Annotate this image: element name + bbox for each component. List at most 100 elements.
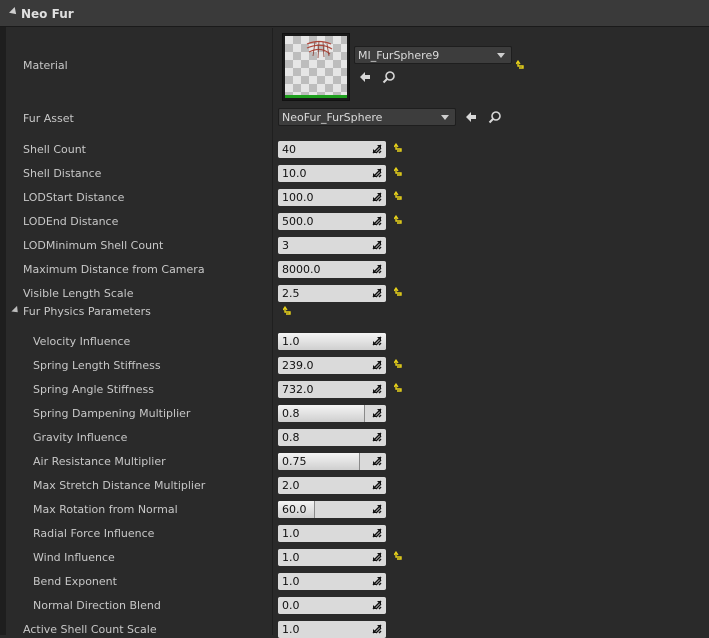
- reset-to-default-icon[interactable]: [394, 359, 404, 369]
- max-rotation-from-normal-value: 60.0: [282, 503, 307, 516]
- reset-to-default-icon[interactable]: [394, 383, 404, 393]
- section-header[interactable]: Neo Fur: [0, 0, 709, 27]
- reset-to-default-icon[interactable]: [394, 287, 404, 297]
- spring-length-stiffness-value: 239.0: [282, 359, 314, 372]
- normal-direction-blend-spinbox[interactable]: 0.0: [278, 597, 386, 614]
- wind-influence-value: 1.0: [282, 551, 300, 564]
- drag-handle-icon[interactable]: [372, 216, 382, 226]
- use-selected-arrow-icon[interactable]: [358, 70, 372, 84]
- gravity-influence-label: Gravity Influence: [33, 431, 128, 444]
- drag-handle-icon[interactable]: [372, 336, 382, 346]
- air-resistance-multiplier-value: 0.75: [282, 455, 307, 468]
- velocity-influence-label: Velocity Influence: [33, 335, 131, 348]
- lodstart-distance-label: LODStart Distance: [23, 191, 125, 204]
- visible-length-scale-spinbox[interactable]: 2.5: [278, 285, 386, 302]
- drag-handle-icon[interactable]: [372, 552, 382, 562]
- reset-to-default-icon[interactable]: [394, 551, 404, 561]
- section-title: Neo Fur: [21, 7, 74, 21]
- material-preview-image: [285, 36, 347, 95]
- drag-handle-icon[interactable]: [372, 456, 382, 466]
- drag-handle-icon[interactable]: [372, 264, 382, 274]
- drag-handle-icon[interactable]: [372, 168, 382, 178]
- drag-handle-icon[interactable]: [372, 624, 382, 634]
- max-rotation-from-normal-spinbox[interactable]: 60.0: [278, 501, 386, 518]
- lodend-distance-label: LODEnd Distance: [23, 215, 119, 228]
- drag-handle-icon[interactable]: [372, 144, 382, 154]
- radial-force-influence-spinbox[interactable]: 1.0: [278, 525, 386, 542]
- fur-asset-value: NeoFur_FurSphere: [282, 111, 383, 124]
- drag-handle-icon[interactable]: [372, 504, 382, 514]
- normal-direction-blend-label: Normal Direction Blend: [33, 599, 161, 612]
- lodminimum-shell-count-spinbox[interactable]: 3: [278, 237, 386, 254]
- drag-handle-icon[interactable]: [372, 288, 382, 298]
- shell-distance-label: Shell Distance: [23, 167, 102, 180]
- drag-handle-icon[interactable]: [372, 408, 382, 418]
- drag-handle-icon[interactable]: [372, 192, 382, 202]
- bend-exponent-spinbox[interactable]: 1.0: [278, 573, 386, 590]
- spring-length-stiffness-spinbox[interactable]: 239.0: [278, 357, 386, 374]
- reset-to-default-icon[interactable]: [394, 167, 404, 177]
- shell-distance-spinbox[interactable]: 10.0: [278, 165, 386, 182]
- chevron-down-icon: [497, 53, 505, 58]
- drag-handle-icon[interactable]: [372, 600, 382, 610]
- shell-distance-value: 10.0: [282, 167, 307, 180]
- radial-force-influence-label: Radial Force Influence: [33, 527, 155, 540]
- visible-length-scale-label: Visible Length Scale: [23, 287, 134, 300]
- spring-angle-stiffness-spinbox[interactable]: 732.0: [278, 381, 386, 398]
- material-type-bar: [285, 95, 347, 98]
- drag-handle-icon[interactable]: [372, 384, 382, 394]
- air-resistance-multiplier-label: Air Resistance Multiplier: [33, 455, 166, 468]
- use-selected-arrow-icon[interactable]: [464, 110, 478, 124]
- fur-asset-dropdown[interactable]: NeoFur_FurSphere: [278, 108, 456, 126]
- reset-to-default-icon[interactable]: [394, 143, 404, 153]
- bend-exponent-label: Bend Exponent: [33, 575, 117, 588]
- max-stretch-distance-multiplier-spinbox[interactable]: 2.0: [278, 477, 386, 494]
- drag-handle-icon[interactable]: [372, 576, 382, 586]
- drag-handle-icon[interactable]: [372, 432, 382, 442]
- material-label: Material: [23, 59, 68, 72]
- column-divider[interactable]: [272, 28, 273, 635]
- wind-influence-spinbox[interactable]: 1.0: [278, 549, 386, 566]
- material-thumbnail[interactable]: [282, 33, 350, 101]
- spring-angle-stiffness-label: Spring Angle Stiffness: [33, 383, 154, 396]
- reset-to-default-icon[interactable]: [283, 306, 293, 316]
- reset-to-default-icon[interactable]: [516, 60, 526, 70]
- drag-handle-icon[interactable]: [372, 360, 382, 370]
- material-dropdown[interactable]: MI_FurSphere9: [354, 46, 512, 64]
- active-shell-count-scale-label: Active Shell Count Scale: [23, 623, 157, 636]
- max-stretch-distance-multiplier-value: 2.0: [282, 479, 300, 492]
- drag-handle-icon[interactable]: [372, 528, 382, 538]
- lodstart-distance-spinbox[interactable]: 100.0: [278, 189, 386, 206]
- lodend-distance-value: 500.0: [282, 215, 314, 228]
- collapse-icon[interactable]: [9, 7, 19, 17]
- reset-to-default-icon[interactable]: [394, 191, 404, 201]
- spring-angle-stiffness-value: 732.0: [282, 383, 314, 396]
- lodstart-distance-value: 100.0: [282, 191, 314, 204]
- air-resistance-multiplier-spinbox[interactable]: 0.75: [278, 453, 386, 470]
- physics-category-label: Fur Physics Parameters: [23, 305, 151, 318]
- lodminimum-shell-count-value: 3: [282, 239, 289, 252]
- radial-force-influence-value: 1.0: [282, 527, 300, 540]
- wind-influence-label: Wind Influence: [33, 551, 115, 564]
- active-shell-count-scale-spinbox[interactable]: 1.0: [278, 621, 386, 638]
- bend-exponent-value: 1.0: [282, 575, 300, 588]
- max-stretch-distance-multiplier-label: Max Stretch Distance Multiplier: [33, 479, 206, 492]
- spring-dampening-multiplier-spinbox[interactable]: 0.8: [278, 405, 386, 422]
- maximum-distance-from-camera-value: 8000.0: [282, 263, 321, 276]
- maximum-distance-from-camera-spinbox[interactable]: 8000.0: [278, 261, 386, 278]
- reset-to-default-icon[interactable]: [394, 215, 404, 225]
- gravity-influence-spinbox[interactable]: 0.8: [278, 429, 386, 446]
- velocity-influence-value: 1.0: [282, 335, 300, 348]
- fur-asset-label: Fur Asset: [23, 112, 74, 125]
- velocity-influence-spinbox[interactable]: 1.0: [278, 333, 386, 350]
- maximum-distance-from-camera-label: Maximum Distance from Camera: [23, 263, 205, 276]
- normal-direction-blend-value: 0.0: [282, 599, 300, 612]
- shell-count-spinbox[interactable]: 40: [278, 141, 386, 158]
- drag-handle-icon[interactable]: [372, 240, 382, 250]
- browse-search-icon[interactable]: [488, 110, 502, 124]
- spring-dampening-multiplier-value: 0.8: [282, 407, 300, 420]
- drag-handle-icon[interactable]: [372, 480, 382, 490]
- lodend-distance-spinbox[interactable]: 500.0: [278, 213, 386, 230]
- browse-search-icon[interactable]: [382, 70, 396, 84]
- active-shell-count-scale-value: 1.0: [282, 623, 300, 636]
